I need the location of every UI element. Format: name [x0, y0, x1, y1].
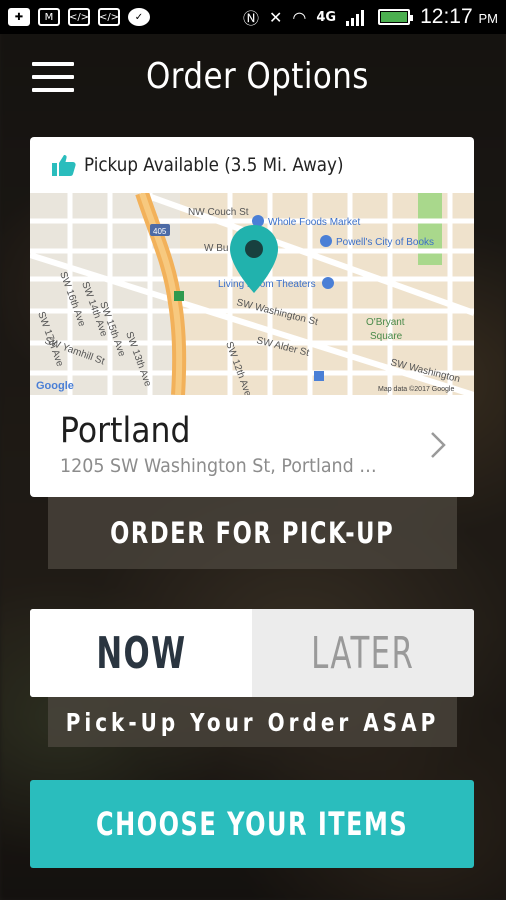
map[interactable]: 405 NW Couch St Whole Foods Market Powel… [30, 193, 474, 395]
clock: 12:17 PM [420, 5, 498, 28]
gmail-icon: M [38, 8, 60, 26]
map-label-obryant: O'Bryant [366, 317, 405, 328]
pickup-availability: Pickup Available (3.5 Mi. Away) [30, 137, 474, 193]
plus-icon: ✚ [8, 8, 30, 26]
google-logo: Google [36, 380, 74, 392]
signal-icon [346, 10, 365, 26]
order-type-tab[interactable]: ORDER FOR PICK-UP [48, 497, 457, 569]
nfc-icon: Ⓝ [242, 9, 259, 28]
map-label-burnside: W Bu [204, 243, 228, 254]
pickup-availability-text: Pickup Available (3.5 Mi. Away) [84, 154, 344, 176]
vibrate-off-icon: ✕ [269, 7, 283, 27]
map-label-square: Square [370, 331, 403, 342]
map-label-powells: Powell's City of Books [336, 237, 434, 248]
map-label-theaters: Living Room Theaters [218, 279, 316, 290]
toggle-now[interactable]: NOW [30, 609, 252, 697]
messenger-icon: ✓ [128, 8, 150, 26]
choose-items-label: CHOOSE YOUR ITEMS [95, 805, 409, 843]
toggle-later[interactable]: LATER [252, 609, 474, 697]
asap-caption: Pick-Up Your Order ASAP [48, 697, 457, 747]
map-label-whole-foods: Whole Foods Market [268, 217, 360, 228]
4g-lte-icon: 4G [316, 9, 337, 25]
time-toggle[interactable]: NOW LATER [30, 609, 474, 697]
choose-items-button[interactable]: CHOOSE YOUR ITEMS [30, 780, 474, 868]
location-info[interactable]: Portland 1205 SW Washington St, Portland… [30, 395, 474, 497]
map-label-couch: NW Couch St [188, 207, 249, 218]
battery-icon [378, 9, 414, 25]
toggle-now-label: NOW [95, 627, 187, 679]
map-attribution: Map data ©2017 Google [378, 385, 454, 393]
asap-label: Pick-Up Your Order ASAP [65, 707, 440, 737]
location-card[interactable]: Pickup Available (3.5 Mi. Away) 405 NW C… [30, 137, 474, 497]
code-icon: </> [68, 8, 90, 26]
toggle-later-label: LATER [311, 627, 415, 679]
i405-shield: 405 [153, 227, 167, 236]
chevron-right-icon[interactable] [430, 431, 446, 459]
code-icon: </> [98, 8, 120, 26]
thumbs-up-icon [52, 155, 76, 176]
wifi-icon: ◠ [292, 7, 307, 27]
status-bar: ✚ M </> </> ✓ Ⓝ ✕ ◠ 4G 12:17 PM [0, 0, 506, 34]
location-name: Portland [60, 411, 191, 451]
page-title: Order Options [146, 56, 369, 97]
header: Order Options [0, 34, 506, 120]
hamburger-menu-icon[interactable] [32, 62, 74, 92]
order-type-label: ORDER FOR PICK-UP [110, 516, 395, 550]
location-address: 1205 SW Washington St, Portland OR [60, 455, 382, 477]
